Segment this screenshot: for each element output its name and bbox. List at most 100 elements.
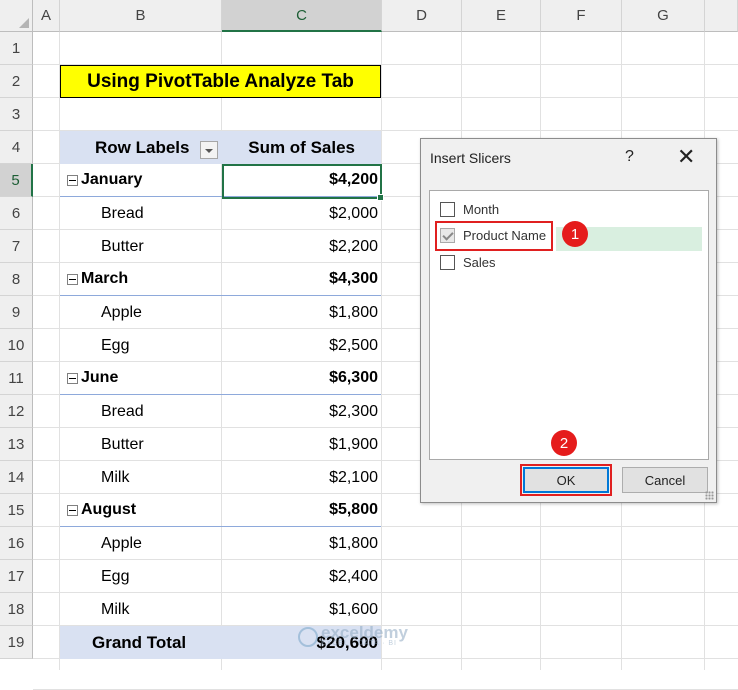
item-value: $1,800 xyxy=(329,303,378,321)
item-label-cell[interactable]: Apple xyxy=(101,296,142,329)
item-label-cell[interactable]: Milk xyxy=(101,593,129,626)
item-value: $2,300 xyxy=(329,402,378,420)
grid-vline xyxy=(381,32,382,670)
row-header-12[interactable]: 12 xyxy=(0,395,33,428)
group-label: June xyxy=(81,369,119,386)
group-label-cell[interactable]: January xyxy=(60,164,142,196)
collapse-icon[interactable] xyxy=(67,174,78,186)
group-label: January xyxy=(81,171,143,188)
watermark-name: exceldemy xyxy=(321,623,408,642)
pivot-item-row: Apple $1,800 xyxy=(60,296,381,329)
collapse-icon[interactable] xyxy=(67,504,78,516)
filter-dropdown-icon[interactable] xyxy=(200,141,218,159)
row-header-9[interactable]: 9 xyxy=(0,296,33,329)
watermark-sub: EXCEL · DATA · BI xyxy=(321,640,397,647)
row-header-8[interactable]: 8 xyxy=(0,263,33,296)
group-label-cell[interactable]: August xyxy=(60,494,136,526)
collapse-icon[interactable] xyxy=(67,372,78,384)
sum-of-sales-header: Sum of Sales xyxy=(248,137,355,157)
annotation-box-ok xyxy=(520,464,612,496)
pivot-group-row: August $5,800 xyxy=(60,494,381,527)
row-header-19[interactable]: 19 xyxy=(0,626,33,659)
item-value-cell[interactable]: $1,800 xyxy=(329,296,378,329)
checkbox-icon[interactable] xyxy=(440,201,455,217)
item-label: Butter xyxy=(101,237,144,255)
row-header-14[interactable]: 14 xyxy=(0,461,33,494)
checkbox-icon[interactable] xyxy=(440,254,455,270)
row-header-2[interactable]: 2 xyxy=(0,65,33,98)
row-header-10[interactable]: 10 xyxy=(0,329,33,362)
item-value: $1,800 xyxy=(329,534,378,552)
pivot-item-row: Milk $1,600 xyxy=(60,593,381,626)
column-header-partial[interactable] xyxy=(705,0,738,32)
collapse-icon[interactable] xyxy=(67,273,78,285)
row-labels-header: Row Labels xyxy=(95,137,190,157)
row-header-7[interactable]: 7 xyxy=(0,230,33,263)
group-label: August xyxy=(81,501,137,518)
row-header-5[interactable]: 5 xyxy=(0,164,33,197)
item-label: Apple xyxy=(101,534,142,552)
select-all-corner[interactable] xyxy=(0,0,33,32)
item-label: Milk xyxy=(101,600,130,618)
column-header-d[interactable]: D xyxy=(382,0,462,32)
group-total-cell[interactable]: $6,300 xyxy=(329,362,378,394)
column-header-c[interactable]: C xyxy=(222,0,382,32)
item-value-cell[interactable]: $1,900 xyxy=(329,428,378,461)
column-header-a[interactable]: A xyxy=(33,0,60,32)
group-label-cell[interactable]: March xyxy=(60,263,128,295)
pivot-item-row: Egg $2,500 xyxy=(60,329,381,362)
row-header-16[interactable]: 16 xyxy=(0,527,33,560)
item-value-cell[interactable]: $2,300 xyxy=(329,395,378,428)
item-label-cell[interactable]: Egg xyxy=(101,560,129,593)
row-header-6[interactable]: 6 xyxy=(0,197,33,230)
item-value: $2,400 xyxy=(329,567,378,585)
row-labels-header-cell[interactable]: Row Labels xyxy=(95,131,189,164)
item-value-cell[interactable]: $2,200 xyxy=(329,230,378,263)
group-total-cell[interactable]: $4,300 xyxy=(329,263,378,295)
item-label-cell[interactable]: Egg xyxy=(101,329,129,362)
item-value-cell[interactable]: $2,400 xyxy=(329,560,378,593)
help-icon[interactable]: ? xyxy=(625,148,634,166)
item-label-cell[interactable]: Apple xyxy=(101,527,142,560)
item-label-cell[interactable]: Butter xyxy=(101,428,144,461)
item-value-cell[interactable]: $1,600 xyxy=(329,593,378,626)
row-header-15[interactable]: 15 xyxy=(0,494,33,527)
item-value: $2,000 xyxy=(329,204,378,222)
pivot-item-row: Bread $2,000 xyxy=(60,197,381,230)
item-value-cell[interactable]: $2,100 xyxy=(329,461,378,494)
resize-grip-icon[interactable] xyxy=(705,491,714,500)
item-value-cell[interactable]: $2,500 xyxy=(329,329,378,362)
watermark: exceldemy EXCEL · DATA · BI xyxy=(298,623,408,647)
row-header-18[interactable]: 18 xyxy=(0,593,33,626)
row-header-13[interactable]: 13 xyxy=(0,428,33,461)
item-label: Apple xyxy=(101,303,142,321)
sheet-title[interactable]: Using PivotTable Analyze Tab xyxy=(60,65,381,98)
group-total-cell[interactable]: $5,800 xyxy=(329,494,378,526)
item-label-cell[interactable]: Bread xyxy=(101,197,144,230)
column-header-e[interactable]: E xyxy=(462,0,541,32)
row-header-1[interactable]: 1 xyxy=(0,32,33,65)
grand-total-label-cell[interactable]: Grand Total xyxy=(92,626,186,659)
slicer-field-item[interactable]: Month xyxy=(440,199,499,219)
row-header-17[interactable]: 17 xyxy=(0,560,33,593)
item-label-cell[interactable]: Milk xyxy=(101,461,129,494)
row-header-4[interactable]: 4 xyxy=(0,131,33,164)
group-label-cell[interactable]: June xyxy=(60,362,118,394)
row-header-3[interactable]: 3 xyxy=(0,98,33,131)
cancel-button[interactable]: Cancel xyxy=(622,467,708,493)
pivot-item-row: Apple $1,800 xyxy=(60,527,381,560)
group-total: $6,300 xyxy=(329,369,378,386)
pivot-item-row: Egg $2,400 xyxy=(60,560,381,593)
item-label-cell[interactable]: Butter xyxy=(101,230,144,263)
column-header-f[interactable]: F xyxy=(541,0,622,32)
item-label-cell[interactable]: Bread xyxy=(101,395,144,428)
sum-of-sales-header-cell[interactable]: Sum of Sales xyxy=(248,131,355,164)
item-value-cell[interactable]: $2,000 xyxy=(329,197,378,230)
column-header-g[interactable]: G xyxy=(622,0,705,32)
item-value-cell[interactable]: $1,800 xyxy=(329,527,378,560)
column-header-b[interactable]: B xyxy=(60,0,222,32)
slicer-field-item[interactable]: Sales xyxy=(440,252,496,272)
row-header-11[interactable]: 11 xyxy=(0,362,33,395)
active-cell[interactable] xyxy=(222,164,384,201)
close-icon[interactable]: ✕ xyxy=(677,144,695,170)
